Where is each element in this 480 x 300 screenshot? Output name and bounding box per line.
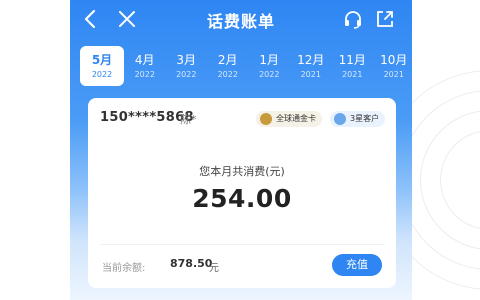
gold-card-icon (260, 113, 272, 125)
recharge-button[interactable]: 充值 (332, 254, 382, 276)
share-icon[interactable] (374, 8, 396, 30)
month-tab[interactable]: 12月 2021 (290, 46, 332, 86)
month-year: 2021 (342, 70, 363, 79)
month-label: 10月 (380, 53, 408, 67)
phone-screen: 话费账单 5月 2022 4月 2022 3月 2022 2月 2022 1月 2022 … (70, 0, 412, 300)
total-label: 您本月共消费(元) (199, 165, 285, 178)
badge-label: 3星客户 (350, 114, 380, 123)
month-label: 4月 (134, 53, 155, 67)
month-tab[interactable]: 10月 2021 (373, 46, 412, 86)
badge-label: 全球通金卡 (276, 114, 316, 123)
month-label: 11月 (338, 53, 366, 67)
month-label: 2月 (217, 53, 238, 67)
star-level-badge: 3星客户 (330, 111, 386, 127)
month-tab[interactable]: 11月 2021 (332, 46, 374, 86)
month-tab[interactable]: 4月 2022 (124, 46, 166, 86)
balance-label: 当前余额: (102, 263, 146, 274)
month-year: 2022 (176, 70, 197, 79)
month-label: 12月 (297, 53, 325, 67)
star-icon (334, 113, 346, 125)
month-year: 2022 (134, 70, 155, 79)
month-year: 2021 (300, 70, 321, 79)
month-year: 2022 (259, 70, 280, 79)
bill-card: 150****5868 陈* 全球通金卡 3星客户 您本月共消费(元) 254.… (88, 98, 396, 288)
gold-card-badge: 全球通金卡 (256, 111, 322, 127)
month-year: 2021 (383, 70, 404, 79)
headset-icon[interactable] (342, 8, 364, 30)
month-label: 1月 (259, 53, 280, 67)
total-amount: 254.00 (192, 184, 292, 213)
month-tab[interactable]: 1月 2022 (249, 46, 291, 86)
balance-unit: 元 (209, 263, 219, 274)
balance-value: 878.50 (170, 257, 213, 270)
month-label: 3月 (176, 53, 197, 67)
divider (100, 244, 384, 245)
month-year: 2022 (217, 70, 238, 79)
month-tab[interactable]: 2月 2022 (207, 46, 249, 86)
month-tab[interactable]: 5月 2022 (80, 46, 124, 86)
top-bar: 话费账单 (70, 0, 412, 38)
month-selector: 5月 2022 4月 2022 3月 2022 2月 2022 1月 2022 12月 20… (80, 46, 412, 88)
screen: 话费账单 5月 2022 4月 2022 3月 2022 2月 2022 1月 2022 … (0, 0, 480, 300)
month-year: 2022 (91, 70, 113, 79)
month-label: 5月 (91, 53, 113, 67)
month-tab[interactable]: 3月 2022 (166, 46, 208, 86)
account-name: 陈* (180, 113, 197, 126)
